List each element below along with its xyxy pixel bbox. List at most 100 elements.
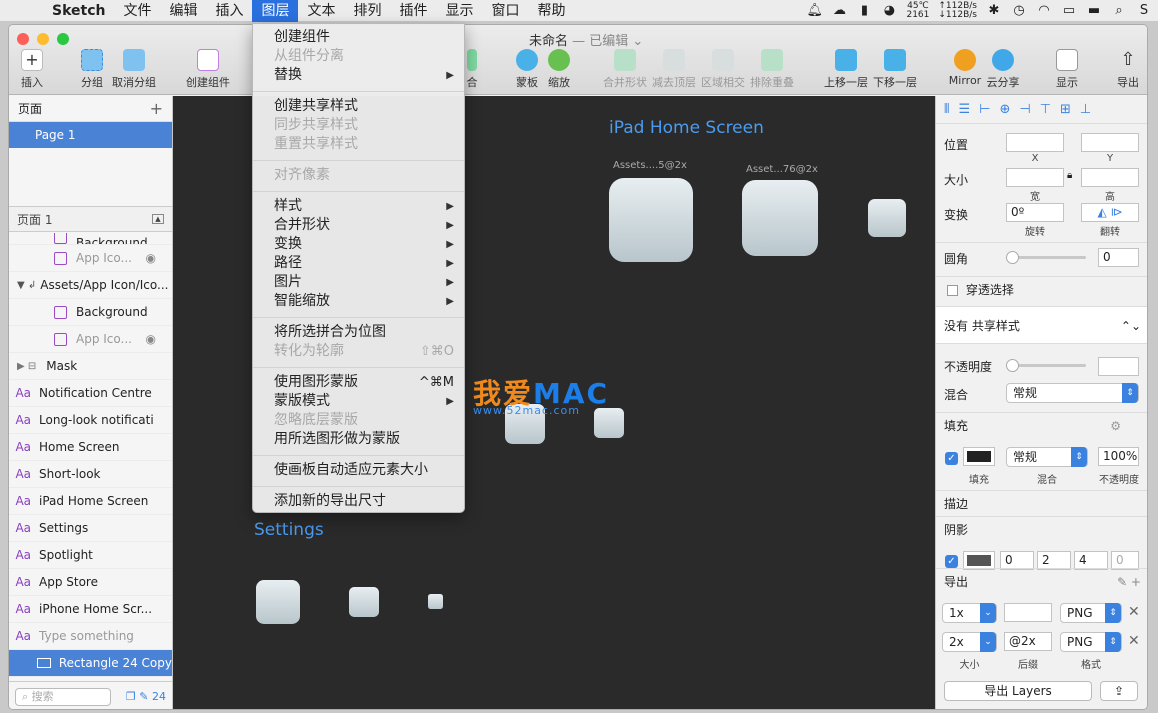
align-center-icon[interactable]: ⊕ bbox=[999, 102, 1010, 117]
artboard-label-settings[interactable]: Settings bbox=[254, 520, 324, 540]
border-header[interactable]: 描边 bbox=[936, 490, 1147, 516]
network-readout[interactable]: ↑112B/s ↓112B/s bbox=[938, 2, 977, 20]
menu-item[interactable]: 同步共享样式 bbox=[274, 116, 454, 135]
layer-row[interactable]: App Ico... ◉ bbox=[9, 245, 172, 272]
radius-slider[interactable] bbox=[1006, 251, 1086, 264]
export-layers-button[interactable]: 导出 Layers bbox=[944, 681, 1092, 701]
page-item[interactable]: Page 1 bbox=[9, 122, 172, 148]
menu-item[interactable]: 从组件分离 bbox=[274, 47, 454, 66]
minimize-button[interactable] bbox=[37, 33, 49, 45]
menu-item[interactable]: 蒙版模式 ▶ bbox=[274, 392, 454, 411]
ungroup-button[interactable]: 取消分组 bbox=[112, 49, 156, 90]
cloud-share-button[interactable]: 云分享 bbox=[985, 49, 1021, 90]
menu-item[interactable]: 将所选拼合为位图 bbox=[274, 323, 454, 342]
merge-partial-button[interactable]: 合 bbox=[465, 49, 479, 90]
menu-edit[interactable]: 编辑 bbox=[160, 0, 206, 22]
gear-icon[interactable]: ⚙ bbox=[1110, 413, 1121, 439]
bluetooth-icon[interactable]: ✱ bbox=[986, 4, 1002, 18]
export-share-icon[interactable]: ⇪ bbox=[1100, 681, 1138, 701]
menu-item[interactable]: 转化为轮廓 ⇧⌘O bbox=[274, 342, 454, 361]
bring-forward-button[interactable]: 上移一层 bbox=[824, 49, 868, 90]
layer-row[interactable]: Aa Settings bbox=[9, 515, 172, 542]
color-wheel-icon[interactable]: ◕ bbox=[881, 4, 897, 18]
union-button[interactable]: 合并形状 bbox=[603, 49, 647, 90]
shadow-header[interactable]: 阴影 bbox=[936, 516, 1147, 542]
distribute-h-icon[interactable]: ⫴ bbox=[944, 102, 949, 117]
menu-insert[interactable]: 插入 bbox=[206, 0, 252, 22]
fill-blend-select[interactable]: 常规 ⇕ bbox=[1006, 447, 1088, 467]
layer-row[interactable]: Background bbox=[9, 233, 172, 245]
opacity-input[interactable] bbox=[1098, 357, 1139, 376]
app-icon-mid-2[interactable] bbox=[594, 408, 624, 438]
layer-row[interactable]: Aa iPhone Home Scr... bbox=[9, 596, 172, 623]
menu-item[interactable]: 图片 ▶ bbox=[274, 273, 454, 292]
shadow-checkbox[interactable]: ✓ bbox=[945, 555, 958, 568]
layer-row[interactable]: Rectangle 24 Copy bbox=[9, 650, 172, 677]
opacity-slider[interactable] bbox=[1006, 359, 1086, 372]
export-format-select-2[interactable]: PNG ⇕ bbox=[1060, 632, 1122, 652]
radius-slider-knob[interactable] bbox=[1006, 251, 1019, 264]
app-icon-large[interactable] bbox=[609, 178, 693, 262]
menu-item[interactable]: 样式 ▶ bbox=[274, 197, 454, 216]
export-scale-select-1[interactable]: 1x ⌄ bbox=[942, 603, 997, 623]
menu-item[interactable]: 用所选图形做为蒙版 bbox=[274, 430, 454, 449]
layer-row[interactable]: Aa Notification Centre bbox=[9, 380, 172, 407]
intersect-button[interactable]: 区域相交 bbox=[701, 49, 745, 90]
menu-layer[interactable]: 图层 bbox=[252, 0, 299, 22]
app-icon-medium[interactable] bbox=[742, 180, 818, 256]
remove-export-icon-1[interactable]: ✕ bbox=[1128, 604, 1140, 620]
lock-icon[interactable]: 🔒︎ bbox=[1067, 170, 1072, 181]
battery-icon[interactable]: ▬ bbox=[1086, 4, 1102, 18]
menu-item[interactable]: 添加新的导出尺寸 bbox=[274, 492, 454, 511]
export-suffix-input-2[interactable]: @2x bbox=[1004, 632, 1052, 651]
align-left-icon[interactable]: ⊢ bbox=[979, 102, 990, 117]
distribute-v-icon[interactable]: ☰ bbox=[958, 102, 970, 117]
temp-readout[interactable]: 45℃ 2161 bbox=[906, 2, 929, 20]
menu-item[interactable]: 路径 ▶ bbox=[274, 254, 454, 273]
y-input[interactable] bbox=[1081, 133, 1139, 152]
menu-help[interactable]: 帮助 bbox=[528, 0, 574, 22]
menu-window[interactable]: 窗口 bbox=[482, 0, 528, 22]
mask-button[interactable]: 蒙板 bbox=[514, 49, 540, 90]
visibility-eye-icon[interactable]: ◉ bbox=[146, 251, 156, 265]
layer-row[interactable]: Aa Home Screen bbox=[9, 434, 172, 461]
export-scale-select-2[interactable]: 2x ⌄ bbox=[942, 632, 997, 652]
subtract-button[interactable]: 减去顶层 bbox=[652, 49, 696, 90]
app-menu[interactable]: Sketch bbox=[43, 0, 114, 22]
wifi-icon[interactable]: ◠ bbox=[1036, 4, 1052, 18]
scale-button[interactable]: 缩放 bbox=[546, 49, 572, 90]
menu-item[interactable]: 重置共享样式 bbox=[274, 135, 454, 154]
shared-style-select[interactable]: 没有 共享样式 ⌃⌄ bbox=[936, 306, 1147, 344]
menu-item[interactable]: 对齐像素 bbox=[274, 166, 454, 185]
mask-layer-icon[interactable]: ▶ ⊟ bbox=[17, 361, 36, 372]
menu-item[interactable]: 创建组件 bbox=[274, 28, 454, 47]
align-middle-icon[interactable]: ⊞ bbox=[1060, 102, 1071, 117]
layer-search-input[interactable]: ⌕ 搜索 bbox=[15, 687, 111, 706]
height-input[interactable] bbox=[1081, 168, 1139, 187]
disclosure-triangle-icon[interactable]: ▼ ↲ bbox=[17, 280, 36, 291]
bell-icon[interactable]: 🔔︎ bbox=[806, 4, 823, 18]
add-export-icon[interactable]: ✎ + bbox=[1117, 569, 1141, 595]
zoom-button[interactable] bbox=[57, 33, 69, 45]
insert-button[interactable]: + 插入 bbox=[17, 49, 47, 90]
group-button[interactable]: 分组 bbox=[79, 49, 105, 90]
layer-row[interactable]: Aa Short-look bbox=[9, 461, 172, 488]
close-button[interactable] bbox=[17, 33, 29, 45]
create-symbol-button[interactable]: 创建组件 bbox=[186, 49, 230, 90]
opacity-slider-knob[interactable] bbox=[1006, 359, 1019, 372]
collapse-icon[interactable]: ▲ bbox=[152, 214, 164, 224]
export-format-select-1[interactable]: PNG ⇕ bbox=[1060, 603, 1122, 623]
layer-row[interactable]: Aa iPad Home Screen bbox=[9, 488, 172, 515]
export-suffix-input-1[interactable] bbox=[1004, 603, 1052, 622]
menu-item[interactable]: 合并形状 ▶ bbox=[274, 216, 454, 235]
x-input[interactable] bbox=[1006, 133, 1064, 152]
export-toolbar-button[interactable]: ⇧ 导出 bbox=[1113, 49, 1143, 90]
blend-select[interactable]: 常规 ⇕ bbox=[1006, 383, 1139, 403]
layer-row[interactable]: Aa Spotlight bbox=[9, 542, 172, 569]
settings-icon-small[interactable] bbox=[428, 594, 443, 609]
menu-item[interactable]: 创建共享样式 bbox=[274, 97, 454, 116]
fill-opacity-input[interactable]: 100% bbox=[1098, 447, 1139, 466]
width-input[interactable] bbox=[1006, 168, 1064, 187]
settings-icon-large[interactable] bbox=[256, 580, 300, 624]
settings-icon-medium[interactable] bbox=[349, 587, 379, 617]
